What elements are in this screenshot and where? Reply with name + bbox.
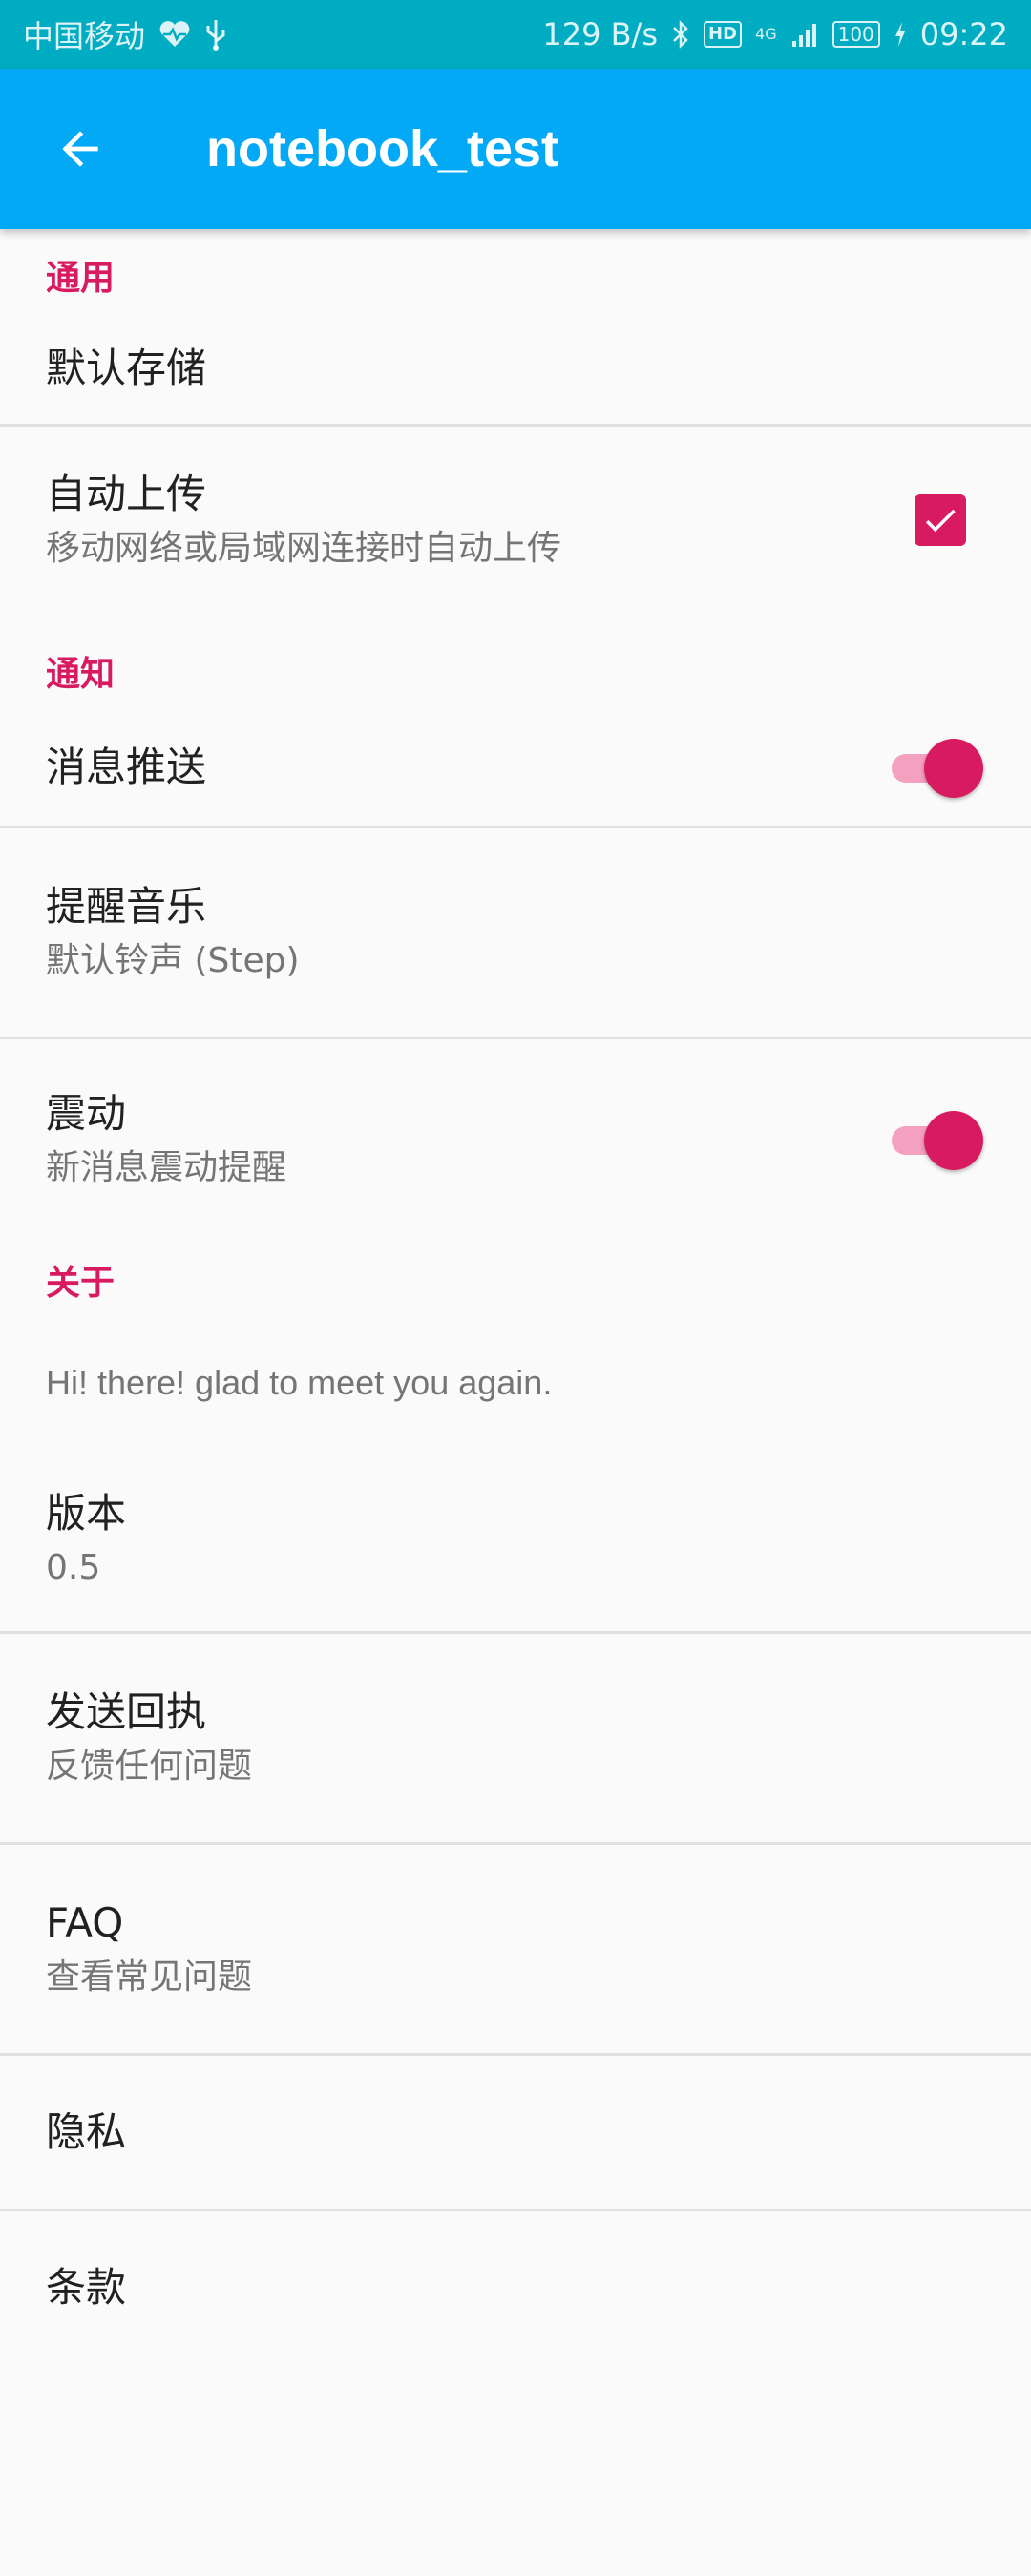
pref-text: 消息推送 (46, 741, 886, 794)
pref-privacy[interactable]: 隐私 (0, 2056, 1031, 2209)
pref-ringtone[interactable]: 提醒音乐 默认铃声 (Step) (0, 828, 1031, 1037)
pref-title: 自动上传 (46, 471, 207, 517)
network-type: 4G (755, 25, 777, 43)
back-button[interactable] (23, 92, 137, 206)
app-title: notebook_test (206, 120, 559, 178)
pref-title: 默认存储 (46, 345, 207, 391)
pref-title: 消息推送 (46, 743, 207, 790)
pref-version[interactable]: 版本 0.5 (0, 1448, 1031, 1631)
pref-title: 版本 (46, 1490, 127, 1537)
pref-text: 条款 (46, 2261, 985, 2314)
pref-summary: 移动网络或局域网连接时自动上传 (46, 529, 562, 568)
preferences-list: 通用 默认存储 自动上传 移动网络或局域网连接时自动上传 通知 消息推送 提醒音… (0, 229, 1031, 2364)
pref-title: 隐私 (46, 2108, 127, 2155)
pref-text: 震动 新消息震动提醒 (46, 1087, 886, 1192)
pref-feedback[interactable]: 发送回执 反馈任何问题 (0, 1634, 1031, 1842)
about-message: Hi! there! glad to meet you again. (46, 1363, 553, 1402)
pref-summary: 0.5 (46, 1548, 101, 1587)
pref-title: 震动 (46, 1090, 127, 1137)
pref-text: 默认存储 (46, 342, 985, 395)
network-speed: 129 B/s (542, 16, 658, 52)
pref-terms[interactable]: 条款 (0, 2211, 1031, 2364)
switch-thumb (924, 1111, 983, 1170)
carrier-name: 中国移动 (23, 18, 146, 54)
hd-badge: HD (704, 21, 743, 48)
arrow-back-icon (62, 131, 98, 167)
switch-thumb (924, 739, 983, 798)
pref-summary: 新消息震动提醒 (46, 1148, 287, 1187)
status-left: 中国移动 (23, 12, 227, 56)
pref-summary: 查看常见问题 (46, 1958, 253, 1997)
category-notifications: 通知 (46, 655, 116, 694)
auto-upload-checkbox[interactable] (915, 494, 966, 546)
pref-title: 条款 (46, 2264, 127, 2311)
pref-auto-upload[interactable]: 自动上传 移动网络或局域网连接时自动上传 (0, 427, 1031, 614)
app-bar: notebook_test (0, 69, 1031, 229)
pref-faq[interactable]: FAQ 查看常见问题 (0, 1845, 1031, 2053)
bluetooth-icon (671, 17, 690, 52)
pref-summary: 反馈任何问题 (46, 1747, 253, 1786)
pref-text: FAQ 查看常见问题 (46, 1896, 985, 2001)
clock: 09:22 (919, 16, 1008, 52)
vibrate-toggle[interactable] (886, 1111, 985, 1170)
pref-vibrate[interactable]: 震动 新消息震动提醒 (0, 1039, 1031, 1240)
pref-text: 自动上传 移动网络或局域网连接时自动上传 (46, 468, 915, 573)
pref-title: 提醒音乐 (46, 883, 207, 930)
pref-text: 版本 0.5 (46, 1487, 985, 1592)
category-general: 通用 (46, 259, 116, 298)
pref-push-notifications[interactable]: 消息推送 (0, 709, 1031, 826)
status-right: 129 B/s HD 4G 100 09:22 (542, 16, 1008, 52)
pref-text: 隐私 (46, 2105, 985, 2159)
usb-icon (204, 17, 227, 52)
signal-icon: 4G (755, 17, 777, 52)
pref-summary: 默认铃声 (Step) (46, 941, 300, 980)
pref-text: 提醒音乐 默认铃声 (Step) (46, 880, 985, 985)
pref-default-storage[interactable]: 默认存储 (0, 313, 1031, 424)
charging-icon (894, 17, 907, 52)
pref-title: FAQ (46, 1899, 124, 1946)
pref-title: 发送回执 (46, 1688, 207, 1735)
pref-text: 发送回执 反馈任何问题 (46, 1686, 985, 1791)
category-about: 关于 (46, 1264, 116, 1303)
battery-icon: 100 (831, 21, 880, 48)
health-heart-icon (158, 17, 191, 52)
battery-level: 100 (837, 23, 874, 46)
push-toggle[interactable] (886, 739, 985, 798)
signal-bars-icon (790, 17, 819, 52)
status-bar: 中国移动 129 B/s HD 4G 100 09:22 (0, 0, 1031, 69)
check-icon (925, 509, 956, 533)
